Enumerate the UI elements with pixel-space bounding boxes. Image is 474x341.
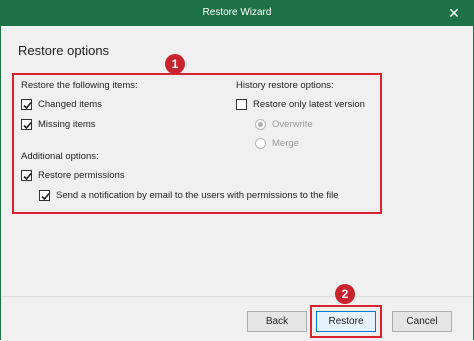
send-notification-label: Send a notification by email to the user…	[56, 190, 339, 201]
overwrite-radio	[255, 119, 266, 130]
step-badge-1: 1	[165, 54, 185, 74]
overwrite-label: Overwrite	[272, 119, 313, 130]
cancel-button[interactable]: Cancel	[392, 311, 452, 332]
checkmark-icon	[23, 101, 32, 110]
checkmark-icon	[23, 121, 32, 130]
page-title: Restore options	[18, 43, 110, 58]
title-bar: Restore Wizard ✕	[0, 0, 474, 26]
restore-items-heading: Restore the following items:	[21, 80, 138, 91]
send-notification-checkbox[interactable]	[39, 190, 50, 201]
step-badge-2: 2	[335, 284, 355, 304]
restore-latest-only-checkbox[interactable]	[236, 99, 247, 110]
merge-radio	[255, 138, 266, 149]
changed-items-checkbox[interactable]	[21, 99, 32, 110]
merge-label: Merge	[272, 138, 299, 149]
close-icon[interactable]: ✕	[444, 0, 464, 26]
restore-permissions-checkbox[interactable]	[21, 170, 32, 181]
restore-latest-only-label: Restore only latest version	[253, 99, 365, 110]
checkmark-icon	[23, 172, 32, 181]
history-options-heading: History restore options:	[236, 80, 334, 91]
missing-items-checkbox[interactable]	[21, 119, 32, 130]
back-button[interactable]: Back	[247, 311, 307, 332]
changed-items-label: Changed items	[38, 99, 102, 110]
checkmark-icon	[41, 192, 50, 201]
additional-options-heading: Additional options:	[21, 151, 99, 162]
window-title: Restore Wizard	[202, 7, 272, 18]
restore-button[interactable]: Restore	[316, 311, 376, 332]
restore-permissions-label: Restore permissions	[38, 170, 125, 181]
missing-items-label: Missing items	[38, 119, 96, 130]
